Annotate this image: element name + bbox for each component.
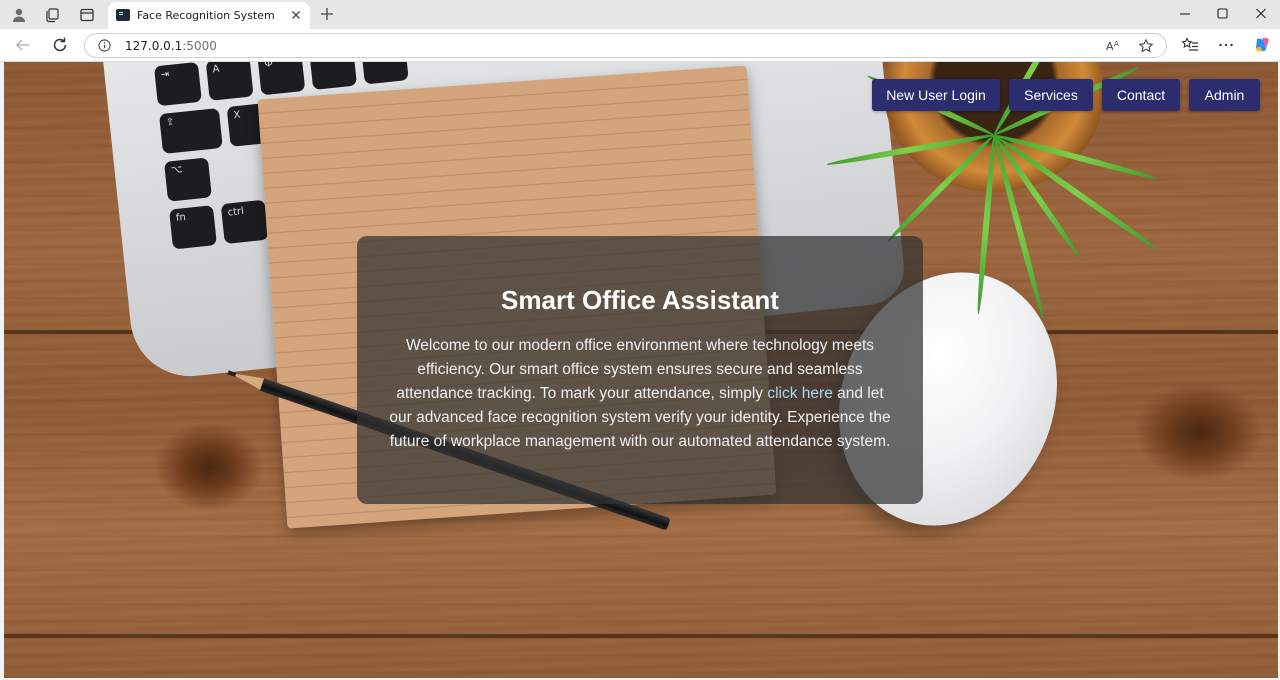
- nav-contact[interactable]: Contact: [1102, 79, 1180, 111]
- read-aloud-icon[interactable]: AA: [1105, 38, 1121, 54]
- svg-text:A: A: [1114, 40, 1119, 48]
- nav-admin[interactable]: Admin: [1189, 79, 1260, 111]
- hero-description: Welcome to our modern office environment…: [387, 334, 893, 454]
- close-window-icon[interactable]: [1251, 5, 1271, 23]
- back-icon[interactable]: [13, 35, 33, 55]
- tab-title: Face Recognition System: [137, 9, 275, 22]
- more-options-icon[interactable]: [1217, 36, 1235, 54]
- copilot-icon[interactable]: [1253, 36, 1271, 54]
- address-input[interactable]: 127.0.0.1:5000 AA: [84, 33, 1167, 58]
- tab-strip: Face Recognition System: [0, 0, 1280, 29]
- key: A: [205, 62, 254, 101]
- hero-card: Smart Office Assistant Welcome to our mo…: [357, 236, 923, 504]
- url-text: 127.0.0.1:5000: [125, 39, 217, 53]
- click-here-link[interactable]: click here: [767, 385, 832, 402]
- favorite-star-icon[interactable]: [1138, 38, 1154, 54]
- collections-icon[interactable]: [38, 4, 66, 26]
- profile-icon[interactable]: [5, 4, 33, 26]
- key: ⇥: [153, 62, 202, 107]
- url-host: 127.0.0.1: [125, 39, 183, 53]
- pencil-tip: [228, 367, 265, 390]
- minimize-icon[interactable]: [1175, 5, 1195, 23]
- wood-knot: [1134, 382, 1264, 482]
- maximize-icon[interactable]: [1212, 5, 1232, 23]
- favorites-icon[interactable]: [1181, 36, 1199, 54]
- nav-services[interactable]: Services: [1009, 79, 1093, 111]
- new-tab-icon[interactable]: [318, 5, 336, 23]
- key: С: [360, 62, 409, 85]
- active-tab[interactable]: Face Recognition System: [108, 2, 310, 29]
- svg-text:A: A: [1106, 40, 1114, 53]
- page-title: Smart Office Assistant: [501, 285, 779, 315]
- key: fn: [169, 205, 217, 250]
- page-viewport: ⇥ A Ф Ы С ⇪ Х Ч fn ctrl ⌥ New User Login…: [4, 62, 1278, 678]
- nav-new-user-login[interactable]: New User Login: [872, 79, 1000, 111]
- refresh-icon[interactable]: [50, 35, 70, 55]
- url-port: :5000: [182, 39, 217, 53]
- key: ⇪: [158, 107, 223, 155]
- site-info-icon[interactable]: [98, 39, 111, 52]
- close-tab-icon[interactable]: [288, 7, 304, 23]
- key: Ы: [309, 62, 358, 90]
- key: ctrl: [220, 199, 269, 245]
- address-bar-row: 127.0.0.1:5000 AA: [0, 29, 1280, 62]
- vertical-tabs-icon[interactable]: [73, 4, 101, 26]
- plank-seam: [4, 634, 1278, 638]
- key: Ф: [257, 62, 306, 96]
- terminal-favicon-icon: [116, 9, 130, 21]
- wood-knot: [154, 422, 264, 512]
- key: ⌥: [163, 157, 212, 202]
